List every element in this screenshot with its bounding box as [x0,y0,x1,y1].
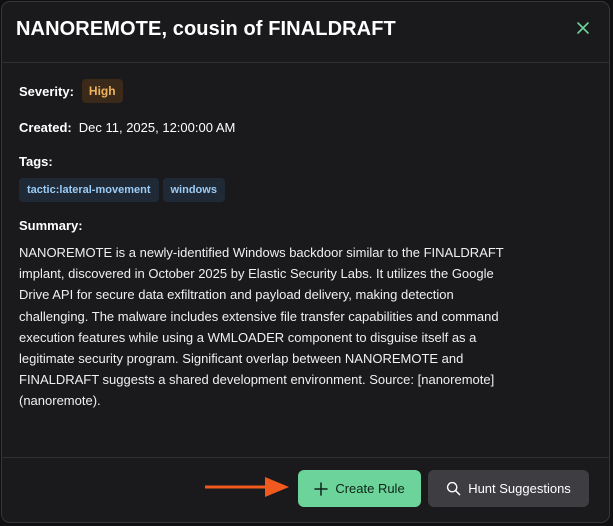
summary-row: Summary: [19,218,83,233]
summary-text: NANOREMOTE is a newly-identified Windows… [19,242,579,412]
tag-list: tactic:lateral-movement windows [19,178,225,202]
summary-line: Drive API for secure data exfiltration a… [19,287,454,303]
summary-line: legitimate security program. Significant… [19,351,464,367]
tag-chip[interactable]: tactic:lateral-movement [19,178,159,202]
severity-row: Severity: High [19,79,123,103]
plus-icon [314,481,329,496]
summary-line: FINALDRAFT suggests a shared development… [19,372,495,388]
created-value: Dec 11, 2025, 12:00:00 AM [78,120,236,135]
arrow-pointer-icon [205,477,289,497]
summary-label: Summary: [19,218,83,233]
hunt-suggestions-button[interactable]: Hunt Suggestions [428,470,589,507]
modal-header: NANOREMOTE, cousin of FINALDRAFT [2,2,609,63]
hunt-suggestions-label: Hunt Suggestions [468,481,571,496]
create-rule-button[interactable]: Create Rule [298,470,421,507]
modal-title: NANOREMOTE, cousin of FINALDRAFT [16,18,396,40]
close-icon[interactable] [575,20,591,36]
severity-label: Severity: [19,83,74,99]
severity-badge: High [81,79,123,103]
modal-footer: Create Rule Hunt Suggestions [2,457,609,522]
create-rule-label: Create Rule [335,481,405,496]
search-icon [447,481,461,496]
threat-detail-modal: NANOREMOTE, cousin of FINALDRAFT Severit… [1,1,610,523]
tags-label: Tags: [19,154,53,169]
created-row: Created: Dec 11, 2025, 12:00:00 AM [19,120,235,135]
created-label: Created: [19,120,72,135]
summary-line: implant, discovered in October 2025 by E… [19,266,494,282]
summary-line: challenging. The malware includes extens… [19,308,499,324]
tag-chip[interactable]: windows [162,178,225,202]
summary-line: execution features while using a WMLOADE… [19,329,477,345]
summary-line: (nanoremote). [19,393,101,409]
tags-row: Tags: [19,154,53,169]
summary-line: NANOREMOTE is a newly-identified Windows… [19,245,504,260]
